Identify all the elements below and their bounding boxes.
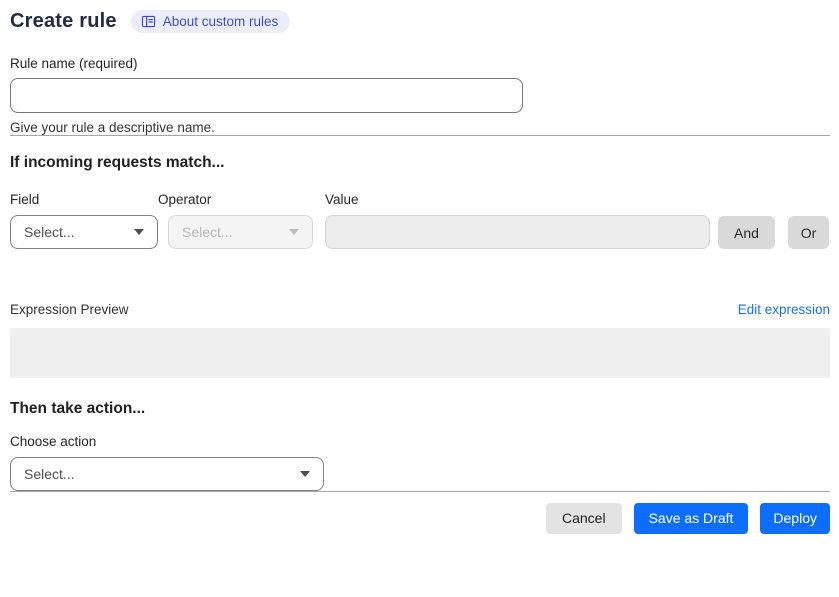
expression-preview-box [10,328,830,378]
about-custom-rules-link[interactable]: About custom rules [130,10,291,33]
match-section-title: If incoming requests match... [10,154,225,171]
cancel-button[interactable]: Cancel [545,503,622,534]
rule-name-group: Rule name (required) Give your rule a de… [10,56,830,135]
footer-actions: Cancel Save as Draft Deploy [10,503,830,534]
section-divider [10,135,830,136]
operator-select-value: Select... [182,224,233,240]
value-input [325,215,710,249]
chevron-down-icon [300,471,310,477]
field-select[interactable]: Select... [10,215,158,249]
and-button[interactable]: And [718,216,775,249]
rule-name-helper-text: Give your rule a descriptive name. [10,120,215,135]
page-title: Create rule [10,10,117,32]
operator-control: Operator Select... [158,192,313,249]
chevron-down-icon [134,229,144,235]
footer-divider [10,491,830,492]
field-select-value: Select... [24,224,75,240]
book-icon [141,14,156,29]
edit-expression-link[interactable]: Edit expression [738,302,830,317]
choose-action-select-value: Select... [24,466,75,482]
deploy-button[interactable]: Deploy [760,503,830,534]
field-label: Field [10,192,40,207]
operator-label: Operator [158,192,212,207]
choose-action-label: Choose action [10,434,97,449]
about-custom-rules-label: About custom rules [162,13,279,29]
rule-name-input[interactable] [10,78,523,113]
rule-name-label: Rule name (required) [10,56,138,71]
match-controls-row: Field Select... Operator Select... Value… [10,192,830,249]
save-as-draft-button[interactable]: Save as Draft [633,503,749,534]
chevron-down-icon [289,229,299,235]
create-rule-page: Create rule About custom rules Rule name… [0,0,839,597]
value-label: Value [325,192,359,207]
action-section-title: Then take action... [10,400,146,417]
or-button[interactable]: Or [788,216,829,249]
field-control: Field Select... [10,192,158,249]
expression-preview-header: Expression Preview Edit expression [10,302,830,317]
operator-select: Select... [168,215,313,249]
expression-preview-label: Expression Preview [10,302,129,317]
choose-action-select[interactable]: Select... [10,457,324,491]
value-control: Value [325,192,710,249]
page-header: Create rule About custom rules [10,8,830,35]
